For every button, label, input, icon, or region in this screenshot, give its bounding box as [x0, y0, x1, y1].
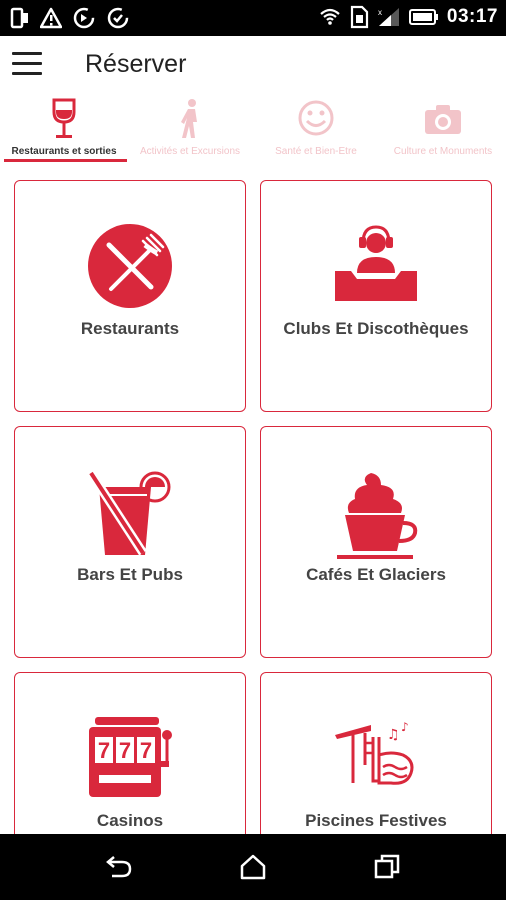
cocktail-glass-icon [87, 470, 171, 556]
category-tabs: Restaurants et sorties Activités et Excu… [0, 96, 506, 164]
svg-text:7: 7 [140, 738, 152, 763]
ice-cream-cup-icon [337, 473, 418, 559]
sync-icon [73, 7, 95, 29]
svg-text:x: x [378, 8, 382, 17]
card-label: Bars Et Pubs [77, 565, 183, 584]
pool-party-icon: ♫ ♪ [335, 720, 414, 785]
fork-knife-icon [88, 224, 172, 308]
card-restaurants[interactable]: Restaurants [14, 180, 246, 412]
navigation-bar [0, 834, 506, 900]
smiley-icon [298, 100, 334, 136]
camera-icon [425, 105, 461, 134]
card-label: Restaurants [80, 319, 180, 338]
status-bar: x 03:17 [0, 0, 506, 36]
phone-icon [10, 7, 28, 29]
card-bars-et-pubs[interactable]: Bars Et Pubs [14, 426, 246, 658]
tab-label: Activités et Excursions [139, 146, 241, 157]
hamburger-menu-icon[interactable] [12, 52, 44, 80]
status-bar-right: x 03:17 [319, 5, 498, 29]
wine-glass-icon [52, 98, 76, 138]
page-title: Réserver [85, 50, 187, 78]
active-tab-indicator [4, 159, 127, 162]
tab-label: Restaurants et sorties [11, 146, 117, 157]
card-casinos[interactable]: 7 7 7 Casinos [14, 672, 246, 834]
wifi-icon [320, 8, 340, 25]
svg-text:7: 7 [119, 738, 131, 763]
signal-icon: x [378, 8, 399, 26]
back-icon[interactable] [104, 852, 134, 882]
tab-activites-et-excursions[interactable]: Activités et Excursions [128, 96, 252, 164]
dj-icon [335, 225, 417, 301]
warning-icon [40, 7, 62, 29]
status-time: 03:17 [446, 6, 498, 27]
tab-restaurants-et-sorties[interactable]: Restaurants et sorties [0, 96, 128, 164]
card-label: Casinos [96, 811, 164, 830]
card-cafes-et-glaciers[interactable]: Cafés Et Glaciers [260, 426, 492, 658]
card-label: Cafés Et Glaciers [306, 565, 446, 584]
svg-text:♪: ♪ [401, 720, 409, 734]
category-grid: Restaurants Clubs Et Discothèques Bars E… [14, 180, 494, 834]
card-label: Piscines Festives [305, 811, 447, 830]
status-bar-left [10, 6, 130, 30]
app-bar: Réserver [0, 36, 506, 96]
card-piscines-festives[interactable]: ♫ ♪ Piscines Festives [260, 672, 492, 834]
tab-label: Culture et Monuments [393, 146, 493, 157]
sim-icon [350, 5, 368, 29]
walking-person-icon [181, 99, 197, 138]
sync-alt-icon [107, 7, 129, 29]
card-label: Clubs Et Discothèques [283, 319, 469, 338]
recents-icon[interactable] [372, 852, 402, 882]
home-icon[interactable] [238, 852, 268, 882]
tab-label: Santé et Bien-Etre [275, 146, 357, 157]
tab-culture-et-monuments[interactable]: Culture et Monuments [380, 96, 506, 164]
card-clubs-et-discotheques[interactable]: Clubs Et Discothèques [260, 180, 492, 412]
battery-icon [408, 9, 438, 25]
svg-text:♫: ♫ [387, 727, 400, 743]
tab-sante-et-bien-etre[interactable]: Santé et Bien-Etre [252, 96, 380, 164]
svg-text:7: 7 [98, 738, 110, 763]
slot-machine-icon: 7 7 7 [89, 717, 172, 797]
